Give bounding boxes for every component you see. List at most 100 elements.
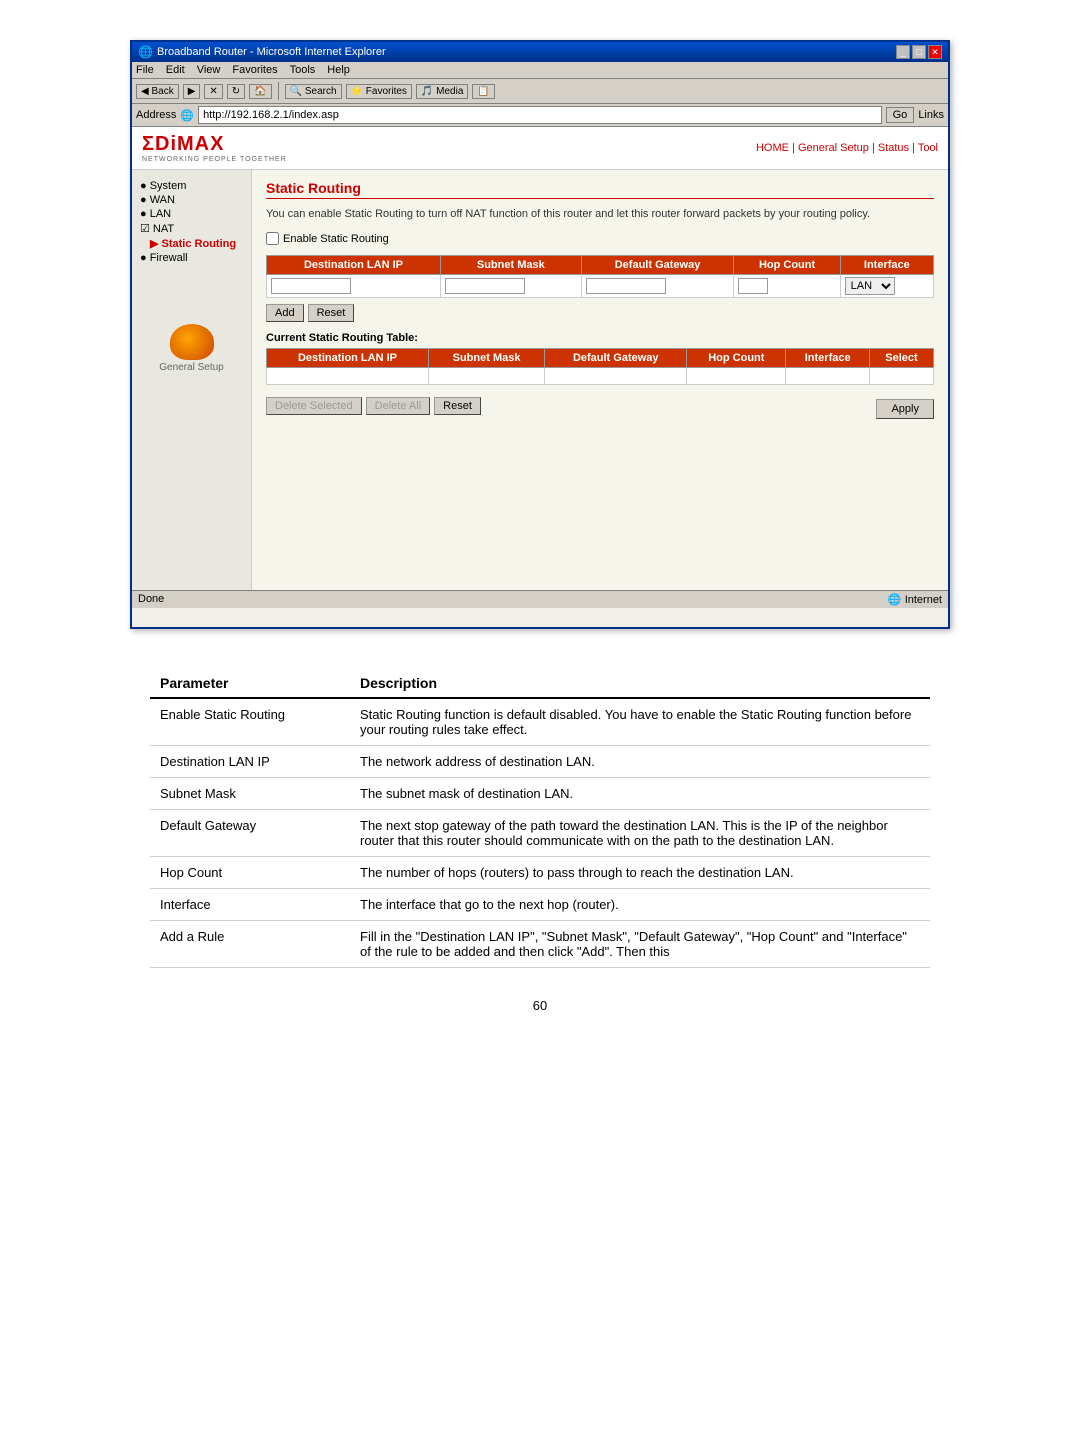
page-number: 60 [150, 998, 930, 1013]
sidebar-item-firewall[interactable]: ● Firewall [140, 252, 243, 264]
router-body: ● System ● WAN ● LAN ☑ NAT ▶ Static Rout… [132, 170, 948, 590]
form-input-row: LAN WAN [267, 275, 934, 298]
menu-edit[interactable]: Edit [166, 64, 185, 76]
enable-static-routing-checkbox[interactable] [266, 232, 279, 245]
browser-title: 🌐 Broadband Router - Microsoft Internet … [138, 45, 386, 59]
menu-help[interactable]: Help [327, 64, 350, 76]
menu-view[interactable]: View [197, 64, 221, 76]
page-description: You can enable Static Routing to turn of… [266, 207, 934, 222]
refresh-button[interactable]: ↻ [227, 84, 245, 99]
links-label: Links [918, 109, 944, 121]
sidebar-item-system[interactable]: ● System [140, 180, 243, 192]
cur-header-interface: Interface [786, 349, 870, 368]
dest-ip-input[interactable] [271, 278, 351, 294]
form-cell-gateway [581, 275, 734, 298]
menu-file[interactable]: File [136, 64, 154, 76]
sidebar-bottom: General Setup [140, 324, 243, 373]
current-table-empty-row [267, 368, 934, 385]
status-left: Done [138, 593, 164, 606]
sidebar: ● System ● WAN ● LAN ☑ NAT ▶ Static Rout… [132, 170, 252, 590]
sidebar-item-wan[interactable]: ● WAN [140, 194, 243, 206]
sidebar-item-static-routing[interactable]: ▶ Static Routing [140, 237, 243, 250]
doc-desc-1: The network address of destination LAN. [350, 746, 930, 778]
doc-row-1: Destination LAN IP The network address o… [150, 746, 930, 778]
doc-row-4: Hop Count The number of hops (routers) t… [150, 857, 930, 889]
enable-checkbox-row: Enable Static Routing [266, 232, 934, 245]
forward-button[interactable]: ▶ [183, 84, 201, 99]
add-reset-row: Add Reset [266, 304, 934, 322]
maximize-button[interactable]: □ [912, 45, 926, 59]
general-setup-label: General Setup [140, 362, 243, 373]
main-content: Static Routing You can enable Static Rou… [252, 170, 948, 590]
subnet-input[interactable] [445, 278, 525, 294]
form-header-hop: Hop Count [734, 256, 840, 275]
action-row: Delete Selected Delete All Reset Apply [266, 391, 934, 421]
interface-select[interactable]: LAN WAN [845, 277, 895, 295]
address-icon: 🌐 [180, 109, 194, 122]
favorites-button[interactable]: ⭐ Favorites [346, 84, 412, 99]
form-cell-interface: LAN WAN [840, 275, 933, 298]
doc-row-0: Enable Static Routing Static Routing fun… [150, 698, 930, 746]
menu-favorites[interactable]: Favorites [232, 64, 277, 76]
delete-all-button[interactable]: Delete All [366, 397, 430, 415]
stop-button[interactable]: ✕ [204, 84, 222, 99]
go-button[interactable]: Go [886, 107, 915, 123]
window-controls[interactable]: _ □ ✕ [896, 45, 942, 59]
logo-container: ΣDiMAX NETWORKING PEOPLE TOGETHER [142, 133, 287, 163]
sidebar-item-lan[interactable]: ● LAN [140, 208, 243, 220]
doc-section: Parameter Description Enable Static Rout… [130, 669, 950, 1013]
search-button[interactable]: 🔍 Search [285, 84, 342, 99]
gateway-input[interactable] [586, 278, 666, 294]
address-bar: Address 🌐 Go Links [132, 104, 948, 127]
cur-cell-2 [429, 368, 545, 385]
status-bar: Done 🌐 Internet [132, 590, 948, 608]
edimax-logo: ΣDiMAX [142, 133, 287, 156]
cur-header-dest-ip: Destination LAN IP [267, 349, 429, 368]
general-setup-icon [170, 324, 214, 360]
history-button[interactable]: 📋 [472, 84, 494, 99]
cur-header-select: Select [870, 349, 934, 368]
browser-titlebar: 🌐 Broadband Router - Microsoft Internet … [132, 42, 948, 62]
delete-selected-button[interactable]: Delete Selected [266, 397, 362, 415]
address-input[interactable] [198, 106, 882, 124]
home-button[interactable]: 🏠 [249, 84, 271, 99]
doc-header-desc: Description [350, 669, 930, 698]
cur-cell-4 [687, 368, 786, 385]
doc-param-1: Destination LAN IP [150, 746, 350, 778]
doc-row-5: Interface The interface that go to the n… [150, 889, 930, 921]
doc-desc-3: The next stop gateway of the path toward… [350, 810, 930, 857]
form-header-subnet: Subnet Mask [440, 256, 581, 275]
router-content: ΣDiMAX NETWORKING PEOPLE TOGETHER HOME |… [132, 127, 948, 627]
form-cell-dest-ip [267, 275, 441, 298]
cur-cell-1 [267, 368, 429, 385]
cur-cell-3 [545, 368, 687, 385]
apply-button[interactable]: Apply [876, 399, 934, 419]
doc-param-4: Hop Count [150, 857, 350, 889]
doc-row-3: Default Gateway The next stop gateway of… [150, 810, 930, 857]
close-button[interactable]: ✕ [928, 45, 942, 59]
page-title: Static Routing [266, 180, 934, 199]
add-button[interactable]: Add [266, 304, 304, 322]
cur-cell-5 [786, 368, 870, 385]
router-header: ΣDiMAX NETWORKING PEOPLE TOGETHER HOME |… [132, 127, 948, 170]
nav-links[interactable]: HOME | General Setup | Status | Tool [756, 142, 938, 154]
reset2-button[interactable]: Reset [434, 397, 481, 415]
doc-table: Parameter Description Enable Static Rout… [150, 669, 930, 968]
doc-desc-4: The number of hops (routers) to pass thr… [350, 857, 930, 889]
cur-header-hop: Hop Count [687, 349, 786, 368]
doc-desc-5: The interface that go to the next hop (r… [350, 889, 930, 921]
minimize-button[interactable]: _ [896, 45, 910, 59]
form-header-dest-ip: Destination LAN IP [267, 256, 441, 275]
doc-row-6: Add a Rule Fill in the "Destination LAN … [150, 921, 930, 968]
media-button[interactable]: 🎵 Media [416, 84, 468, 99]
browser-toolbar: ◀ Back ▶ ✕ ↻ 🏠 🔍 Search ⭐ Favorites 🎵 Me… [132, 79, 948, 104]
menu-tools[interactable]: Tools [290, 64, 316, 76]
cur-cell-6 [870, 368, 934, 385]
back-button[interactable]: ◀ Back [136, 84, 179, 99]
reset-button[interactable]: Reset [308, 304, 355, 322]
doc-desc-0: Static Routing function is default disab… [350, 698, 930, 746]
form-table: Destination LAN IP Subnet Mask Default G… [266, 255, 934, 298]
status-right: 🌐 Internet [888, 593, 942, 606]
sidebar-item-nat[interactable]: ☑ NAT [140, 222, 243, 235]
hop-input[interactable] [738, 278, 768, 294]
